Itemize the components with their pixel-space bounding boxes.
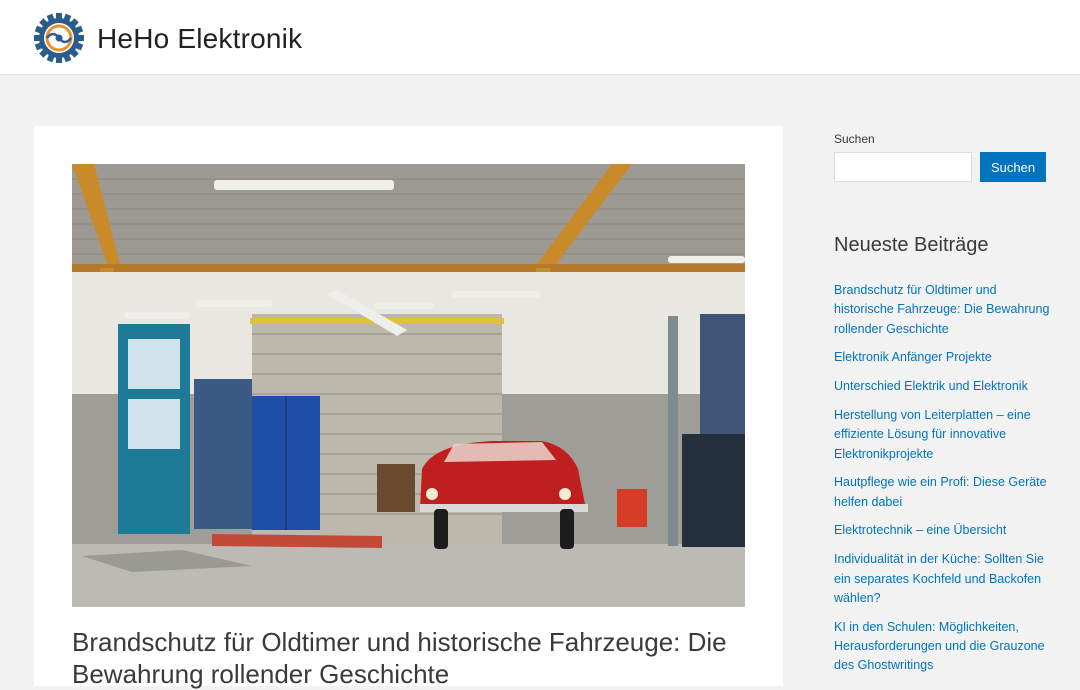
- recent-posts-title: Neueste Beiträge: [834, 234, 989, 256]
- search-input[interactable]: [834, 152, 972, 182]
- gear-circuit-logo-icon[interactable]: [33, 12, 85, 64]
- main-content: Brandschutz für Oldtimer und historische…: [34, 126, 783, 689]
- post-title[interactable]: Brandschutz für Oldtimer und historische…: [72, 626, 732, 690]
- recent-posts-list: Brandschutz für Oldtimer und historische…: [834, 281, 1050, 685]
- recent-post-link[interactable]: Hautpflege wie ein Profi: Diese Geräte h…: [834, 473, 1050, 512]
- recent-post-link[interactable]: Brandschutz für Oldtimer und historische…: [834, 281, 1050, 339]
- site-title[interactable]: HeHo Elektronik: [97, 22, 302, 56]
- recent-post-link[interactable]: KI in den Schulen: Möglichkeiten, Heraus…: [834, 618, 1050, 676]
- site-header: HeHo Elektronik: [0, 0, 1080, 75]
- featured-image[interactable]: [72, 164, 745, 607]
- recent-post-link[interactable]: Unterschied Elektrik und Elektronik: [834, 377, 1050, 396]
- search-button[interactable]: Suchen: [980, 152, 1046, 182]
- recent-post-link[interactable]: Elektronik Anfänger Projekte: [834, 348, 1050, 367]
- recent-post-link[interactable]: Individualität in der Küche: Sollten Sie…: [834, 550, 1050, 608]
- recent-post-link[interactable]: Herstellung von Leiterplatten – eine eff…: [834, 406, 1050, 464]
- search-label: Suchen: [834, 132, 875, 146]
- recent-post-link[interactable]: Elektrotechnik – eine Übersicht: [834, 521, 1050, 540]
